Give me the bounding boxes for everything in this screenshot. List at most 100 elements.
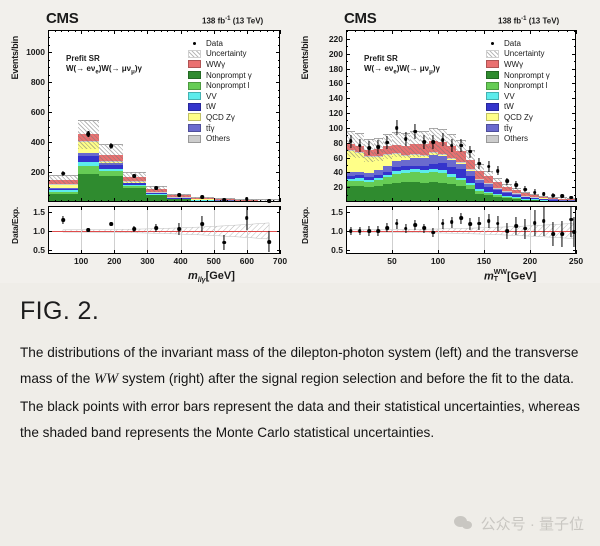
x-tick-label: 100: [74, 256, 89, 266]
y-minor-tick: [277, 142, 280, 144]
x-minor-tick: [187, 30, 189, 33]
x-tick: [114, 250, 116, 254]
legend-swatch: [188, 134, 201, 143]
x-minor-tick: [134, 30, 136, 33]
figure-caption: The distributions of the invariant mass …: [20, 340, 580, 446]
stack-segment: [364, 173, 374, 177]
stack-segment: [520, 199, 530, 200]
x-minor-tick: [253, 30, 255, 33]
x-minor-tick: [140, 199, 142, 202]
ratio-gridline: [114, 207, 116, 253]
stack-segment: [502, 198, 512, 201]
histogram-bin: [557, 31, 567, 201]
luminosity-label: 138 fb-1 (13 TeV): [202, 16, 264, 26]
y-minor-tick: [48, 104, 51, 106]
x-minor-tick: [147, 199, 149, 202]
data-point: [393, 120, 401, 136]
data-marker: [523, 187, 528, 192]
ratio-y-tick-label: 1.0: [33, 225, 45, 236]
plot-legend: Data Uncertainty WWγ Nonprompt γ Nonprompt l…: [486, 38, 550, 144]
x-minor-tick: [392, 199, 393, 202]
x-minor-tick: [74, 199, 76, 202]
data-point: [356, 138, 364, 153]
histogram-bin: [456, 31, 466, 201]
x-minor-tick: [566, 199, 568, 202]
y-minor-tick: [573, 150, 576, 152]
x-tick-label: 150: [476, 256, 492, 266]
stack-segment: [511, 197, 521, 200]
x-minor-tick: [187, 199, 189, 202]
legend-label: Nonprompt l: [504, 81, 548, 91]
x-minor-tick: [160, 30, 162, 33]
ratio-y-tick: [276, 211, 280, 213]
y-minor-tick: [346, 68, 349, 70]
y-minor-tick: [573, 98, 576, 100]
y-minor-tick: [48, 59, 51, 61]
legend-label: QCD Zγ: [206, 112, 235, 122]
x-tick: [213, 206, 215, 210]
stack-segment: [373, 179, 383, 186]
stack-segment: [456, 163, 466, 170]
y-minor-tick: [48, 89, 51, 91]
y-minor-tick: [346, 83, 349, 85]
data-point: [503, 177, 511, 185]
stack-segment: [364, 182, 374, 188]
y-minor-tick: [277, 67, 280, 69]
ratio-marker: [532, 221, 537, 225]
x-minor-tick: [557, 199, 559, 202]
x-minor-tick: [530, 199, 531, 202]
ratio-point: [503, 223, 511, 239]
y-minor-tick: [277, 157, 280, 159]
ratio-point: [152, 224, 160, 233]
stack-segment: [364, 176, 374, 180]
x-minor-tick: [456, 30, 458, 33]
x-minor-tick: [539, 30, 541, 33]
x-minor-tick: [226, 30, 228, 33]
ratio-point: [393, 218, 401, 229]
stack-segment: [401, 181, 411, 201]
y-minor-tick: [277, 187, 280, 189]
data-marker: [459, 143, 463, 148]
x-minor-tick: [61, 30, 63, 33]
x-minor-tick: [273, 199, 275, 202]
stack-segment: [99, 165, 123, 170]
stack-segment: [77, 156, 100, 163]
data-point: [175, 193, 183, 197]
data-marker: [109, 144, 113, 148]
stack-segment: [456, 185, 466, 201]
x-minor-tick: [566, 30, 568, 33]
stack-segment: [456, 169, 466, 178]
y-minor-tick: [573, 90, 576, 92]
x-minor-tick: [520, 30, 522, 33]
legend-swatch: [486, 60, 499, 69]
legend-item: VV: [486, 91, 550, 102]
data-point: [521, 186, 529, 193]
ratio-point: [570, 216, 578, 248]
x-minor-tick: [428, 199, 430, 202]
stack-segment: [530, 199, 540, 201]
y-minor-tick: [277, 82, 280, 84]
histogram-bin: [355, 31, 365, 201]
x-minor-tick: [101, 199, 103, 202]
y-minor-tick: [48, 157, 51, 159]
y-minor-tick: [346, 75, 349, 77]
x-minor-tick: [530, 30, 531, 33]
y-minor-tick: [573, 61, 576, 63]
y-minor-tick: [48, 142, 51, 144]
histogram-bin: [566, 31, 575, 201]
x-minor-tick: [200, 199, 202, 202]
y-tick-label: 100: [328, 122, 343, 133]
stack-segment: [355, 180, 365, 186]
legend-swatch: [486, 81, 499, 90]
y-tick-label: 60: [333, 152, 343, 163]
data-marker: [431, 140, 436, 144]
ratio-point: [84, 228, 92, 233]
ratio-marker: [486, 219, 491, 223]
data-marker: [422, 140, 426, 144]
legend-item: tt̄γ: [188, 123, 252, 134]
legend-swatch: [486, 92, 499, 101]
stack-segment: [493, 194, 503, 197]
y-minor-tick: [277, 164, 280, 166]
x-tick: [392, 250, 393, 254]
data-marker: [551, 193, 555, 198]
